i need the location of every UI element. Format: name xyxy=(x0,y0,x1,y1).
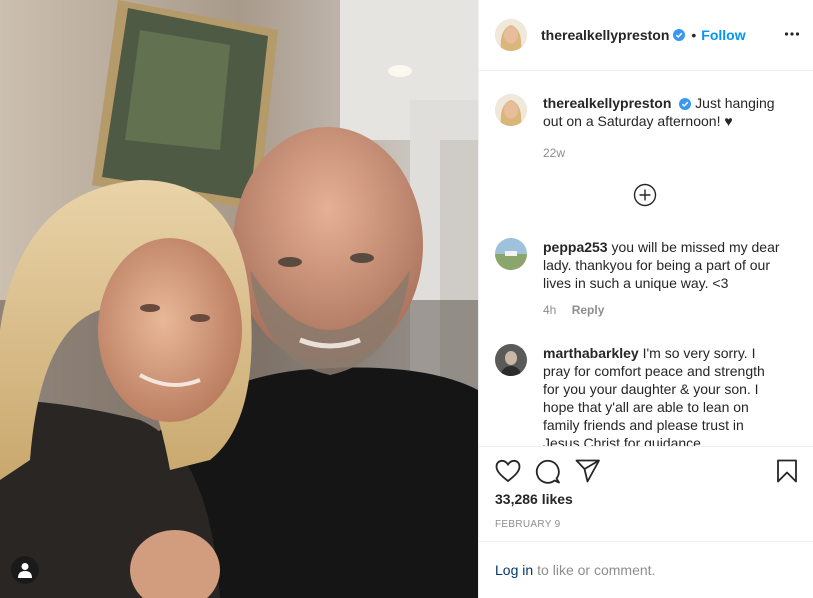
bookmark-icon[interactable] xyxy=(776,459,798,483)
comment-item: peppa253 you will be missed my dear lady… xyxy=(495,238,800,319)
follow-button[interactable]: Follow xyxy=(701,27,745,43)
post-date[interactable]: FEBRUARY 9 xyxy=(495,519,560,530)
login-link[interactable]: Log in xyxy=(495,562,533,578)
login-prompt-text: to like or comment. xyxy=(537,562,656,578)
verified-icon xyxy=(673,29,686,41)
photo-illustration xyxy=(0,0,478,598)
heart-icon[interactable] xyxy=(495,459,521,483)
separator-dot: • xyxy=(691,27,697,43)
author-avatar[interactable] xyxy=(495,19,527,51)
post-header: therealkellypreston • Follow xyxy=(479,0,813,71)
action-row xyxy=(479,447,813,495)
comment-username[interactable]: peppa253 xyxy=(543,239,608,255)
commenter-avatar[interactable] xyxy=(495,238,527,270)
avatar-image xyxy=(495,344,527,376)
load-more-comments-icon[interactable] xyxy=(633,183,657,207)
share-icon[interactable] xyxy=(575,459,601,483)
likes-count[interactable]: 33,286 likes xyxy=(495,491,573,507)
post-modal: therealkellypreston • Follow therealkell… xyxy=(0,0,813,598)
commenter-avatar[interactable] xyxy=(495,344,527,376)
comment-username[interactable]: marthabarkley xyxy=(543,345,639,361)
post-side-panel: therealkellypreston • Follow therealkell… xyxy=(478,0,813,598)
comment-time[interactable]: 4h xyxy=(543,303,556,317)
avatar-image xyxy=(495,94,527,126)
comment-body: marthabarkley I'm so very sorry. I pray … xyxy=(543,344,783,446)
post-actions xyxy=(479,446,813,495)
avatar-image xyxy=(495,238,527,270)
user-tag-icon xyxy=(18,563,32,578)
caption-username[interactable]: therealkellypreston xyxy=(543,95,671,111)
caption: therealkellypreston Just hanging out on … xyxy=(495,94,800,162)
comments-list[interactable]: therealkellypreston Just hanging out on … xyxy=(479,72,813,446)
verified-icon xyxy=(679,98,692,110)
post-photo[interactable] xyxy=(0,0,478,598)
reply-button[interactable]: Reply xyxy=(572,303,605,317)
more-options-icon[interactable] xyxy=(784,24,800,44)
caption-meta: 22w xyxy=(543,144,783,162)
avatar-image xyxy=(495,19,527,51)
author-username[interactable]: therealkellypreston xyxy=(541,27,669,43)
comment-meta: 4h Reply xyxy=(543,301,783,319)
comment-icon[interactable] xyxy=(535,459,561,485)
user-tag-button[interactable] xyxy=(11,556,39,584)
comment-body: peppa253 you will be missed my dear lady… xyxy=(543,238,783,319)
comment-item: marthabarkley I'm so very sorry. I pray … xyxy=(495,344,800,446)
caption-avatar[interactable] xyxy=(495,94,527,126)
caption-time[interactable]: 22w xyxy=(543,146,565,160)
caption-body: therealkellypreston Just hanging out on … xyxy=(543,94,783,162)
login-prompt: Log in to like or comment. xyxy=(479,541,813,598)
